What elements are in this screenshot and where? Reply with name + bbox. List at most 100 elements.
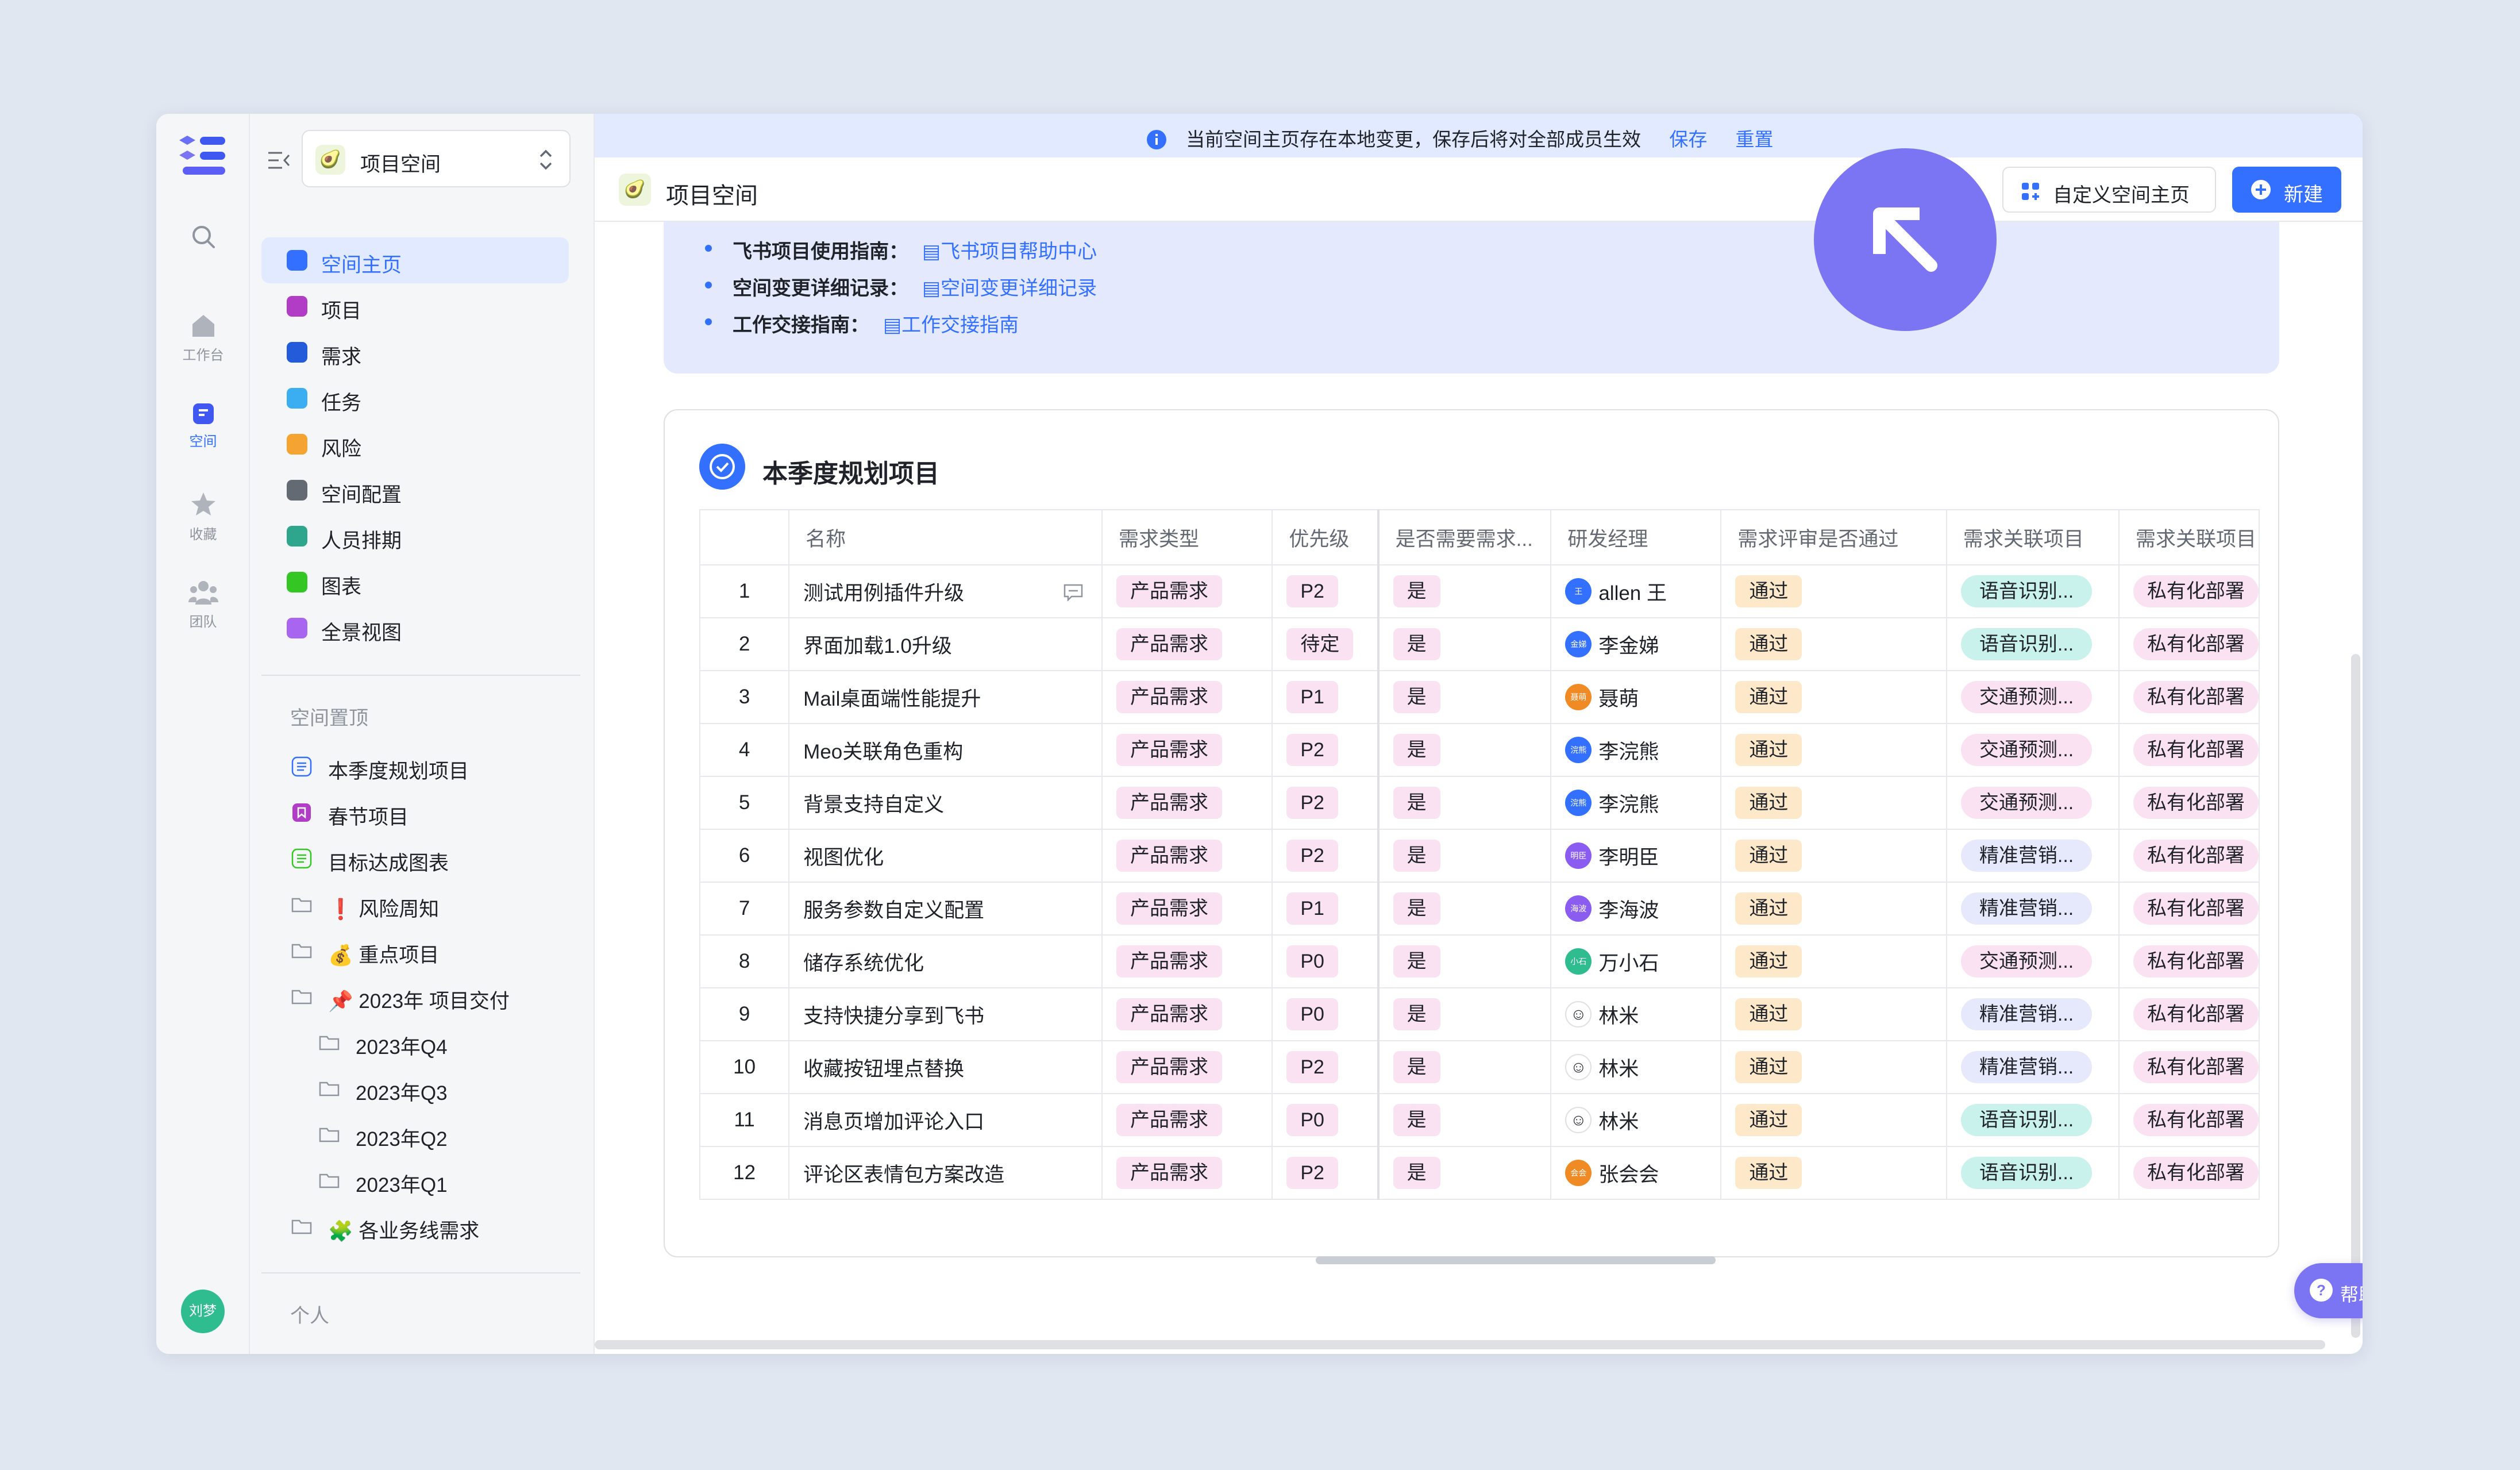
- project2-cell[interactable]: 私有化部署: [2118, 1093, 2260, 1147]
- table-horizontal-scrollbar[interactable]: [1316, 1256, 1716, 1264]
- table-row[interactable]: 3 Mail桌面端性能提升 产品需求 P1 是 聂萌 聂萌 通过 交通预测... 私有化部署: [699, 670, 2260, 724]
- project2-cell[interactable]: 私有化部署: [2118, 617, 2260, 671]
- review-cell[interactable]: 通过: [1720, 723, 1947, 777]
- review-cell[interactable]: 通过: [1720, 670, 1947, 724]
- page-horizontal-scrollbar[interactable]: [595, 1340, 2325, 1349]
- column-header[interactable]: 研发经理: [1550, 509, 1722, 565]
- priority-cell[interactable]: P1: [1271, 882, 1380, 936]
- needs-cell[interactable]: 是: [1377, 564, 1552, 618]
- priority-cell[interactable]: P2: [1271, 829, 1380, 883]
- column-header[interactable]: 需求关联项目: [2118, 509, 2260, 565]
- name-cell[interactable]: 消息页增加评论入口: [788, 1093, 1103, 1147]
- row-index[interactable]: 8: [699, 934, 790, 988]
- sidebar-item[interactable]: 项目: [261, 283, 569, 329]
- type-cell[interactable]: 产品需求: [1101, 776, 1273, 830]
- manager-cell[interactable]: 聂萌 聂萌: [1550, 670, 1722, 724]
- project2-cell[interactable]: 私有化部署: [2118, 564, 2260, 618]
- name-cell[interactable]: 界面加载1.0升级: [788, 617, 1103, 671]
- rail-space[interactable]: 空间: [156, 402, 250, 450]
- type-cell[interactable]: 产品需求: [1101, 1040, 1273, 1094]
- manager-cell[interactable]: 金娣 李金娣: [1550, 617, 1722, 671]
- row-index[interactable]: 2: [699, 617, 790, 671]
- user-avatar[interactable]: 刘梦: [181, 1290, 225, 1333]
- row-index[interactable]: 3: [699, 670, 790, 724]
- type-cell[interactable]: 产品需求: [1101, 934, 1273, 988]
- table-row[interactable]: 11 消息页增加评论入口 产品需求 P0 是 ☺ 林米 通过 语音识别... 私有化部署: [699, 1093, 2260, 1147]
- type-cell[interactable]: 产品需求: [1101, 1146, 1273, 1200]
- priority-cell[interactable]: 待定: [1271, 617, 1380, 671]
- priority-cell[interactable]: P1: [1271, 670, 1380, 724]
- project2-cell[interactable]: 私有化部署: [2118, 670, 2260, 724]
- pinned-item[interactable]: 2023年Q2: [261, 1111, 583, 1157]
- sidebar-item[interactable]: 风险: [261, 421, 569, 467]
- column-header[interactable]: 名称: [788, 509, 1103, 565]
- row-index[interactable]: 1: [699, 564, 790, 618]
- pinned-item[interactable]: 2023年Q3: [261, 1065, 583, 1111]
- table-row[interactable]: 10 收藏按钮埋点替换 产品需求 P2 是 ☺ 林米 通过 精准营销... 私有化部署: [699, 1040, 2260, 1094]
- name-cell[interactable]: 支持快捷分享到飞书: [788, 987, 1103, 1041]
- guide-link[interactable]: ▤飞书项目帮助中心: [922, 241, 1097, 263]
- priority-cell[interactable]: P2: [1271, 1146, 1380, 1200]
- review-cell[interactable]: 通过: [1720, 934, 1947, 988]
- review-cell[interactable]: 通过: [1720, 617, 1947, 671]
- project2-cell[interactable]: 私有化部署: [2118, 1146, 2260, 1200]
- pinned-item[interactable]: ❗ 风险周知: [261, 882, 583, 928]
- rail-search[interactable]: [156, 223, 250, 255]
- name-cell[interactable]: Mail桌面端性能提升: [788, 670, 1103, 724]
- table-row[interactable]: 9 支持快捷分享到飞书 产品需求 P0 是 ☺ 林米 通过 精准营销... 私有化部署: [699, 987, 2260, 1041]
- needs-cell[interactable]: 是: [1377, 776, 1552, 830]
- type-cell[interactable]: 产品需求: [1101, 882, 1273, 936]
- manager-cell[interactable]: 海波 李海波: [1550, 882, 1722, 936]
- manager-cell[interactable]: 王 allen 王: [1550, 564, 1722, 618]
- column-header[interactable]: 需求关联项目: [1945, 509, 2120, 565]
- table-row[interactable]: 4 Meo关联角色重构 产品需求 P2 是 浣熊 李浣熊 通过 交通预测... 私有化部署: [699, 723, 2260, 777]
- project-cell[interactable]: 交通预测...: [1945, 670, 2120, 724]
- priority-cell[interactable]: P0: [1271, 934, 1380, 988]
- review-cell[interactable]: 通过: [1720, 776, 1947, 830]
- project-cell[interactable]: 精准营销...: [1945, 882, 2120, 936]
- review-cell[interactable]: 通过: [1720, 829, 1947, 883]
- manager-cell[interactable]: 明臣 李明臣: [1550, 829, 1722, 883]
- project-cell[interactable]: 交通预测...: [1945, 934, 2120, 988]
- pinned-item[interactable]: 📌 2023年 项目交付: [261, 973, 583, 1019]
- type-cell[interactable]: 产品需求: [1101, 723, 1273, 777]
- new-button[interactable]: 新建: [2232, 167, 2341, 213]
- pinned-item[interactable]: 2023年Q4: [261, 1019, 583, 1065]
- row-index[interactable]: 4: [699, 723, 790, 777]
- manager-cell[interactable]: ☺ 林米: [1550, 1093, 1722, 1147]
- guide-link[interactable]: ▤工作交接指南: [883, 314, 1019, 336]
- project-cell[interactable]: 语音识别...: [1945, 564, 2120, 618]
- table-row[interactable]: 2 界面加载1.0升级 产品需求 待定 是 金娣 李金娣 通过 语音识别... 私有化部署: [699, 617, 2260, 671]
- project-cell[interactable]: 精准营销...: [1945, 1040, 2120, 1094]
- collapse-sidebar-icon[interactable]: [267, 151, 290, 170]
- priority-cell[interactable]: P2: [1271, 1040, 1380, 1094]
- needs-cell[interactable]: 是: [1377, 1093, 1552, 1147]
- row-index[interactable]: 6: [699, 829, 790, 883]
- row-index[interactable]: 11: [699, 1093, 790, 1147]
- guide-link[interactable]: ▤空间变更详细记录: [922, 278, 1097, 299]
- needs-cell[interactable]: 是: [1377, 1040, 1552, 1094]
- column-header[interactable]: 需求类型: [1101, 509, 1273, 565]
- priority-cell[interactable]: P2: [1271, 776, 1380, 830]
- pinned-item[interactable]: 💰 重点项目: [261, 928, 583, 973]
- review-cell[interactable]: 通过: [1720, 1040, 1947, 1094]
- needs-cell[interactable]: 是: [1377, 1146, 1552, 1200]
- needs-cell[interactable]: 是: [1377, 829, 1552, 883]
- table-row[interactable]: 7 服务参数自定义配置 产品需求 P1 是 海波 李海波 通过 精准营销... 私有化部署: [699, 882, 2260, 936]
- needs-cell[interactable]: 是: [1377, 934, 1552, 988]
- review-cell[interactable]: 通过: [1720, 564, 1947, 618]
- priority-cell[interactable]: P2: [1271, 564, 1380, 618]
- space-selector[interactable]: 🥑 项目空间: [302, 130, 571, 187]
- project-cell[interactable]: 交通预测...: [1945, 776, 2120, 830]
- type-cell[interactable]: 产品需求: [1101, 1093, 1273, 1147]
- project-cell[interactable]: 精准营销...: [1945, 987, 2120, 1041]
- reset-link[interactable]: 重置: [1736, 129, 1774, 150]
- name-cell[interactable]: 视图优化: [788, 829, 1103, 883]
- project2-cell[interactable]: 私有化部署: [2118, 776, 2260, 830]
- type-cell[interactable]: 产品需求: [1101, 617, 1273, 671]
- priority-cell[interactable]: P2: [1271, 723, 1380, 777]
- manager-cell[interactable]: 浣熊 李浣熊: [1550, 776, 1722, 830]
- manager-cell[interactable]: 小石 万小石: [1550, 934, 1722, 988]
- row-index[interactable]: 10: [699, 1040, 790, 1094]
- type-cell[interactable]: 产品需求: [1101, 670, 1273, 724]
